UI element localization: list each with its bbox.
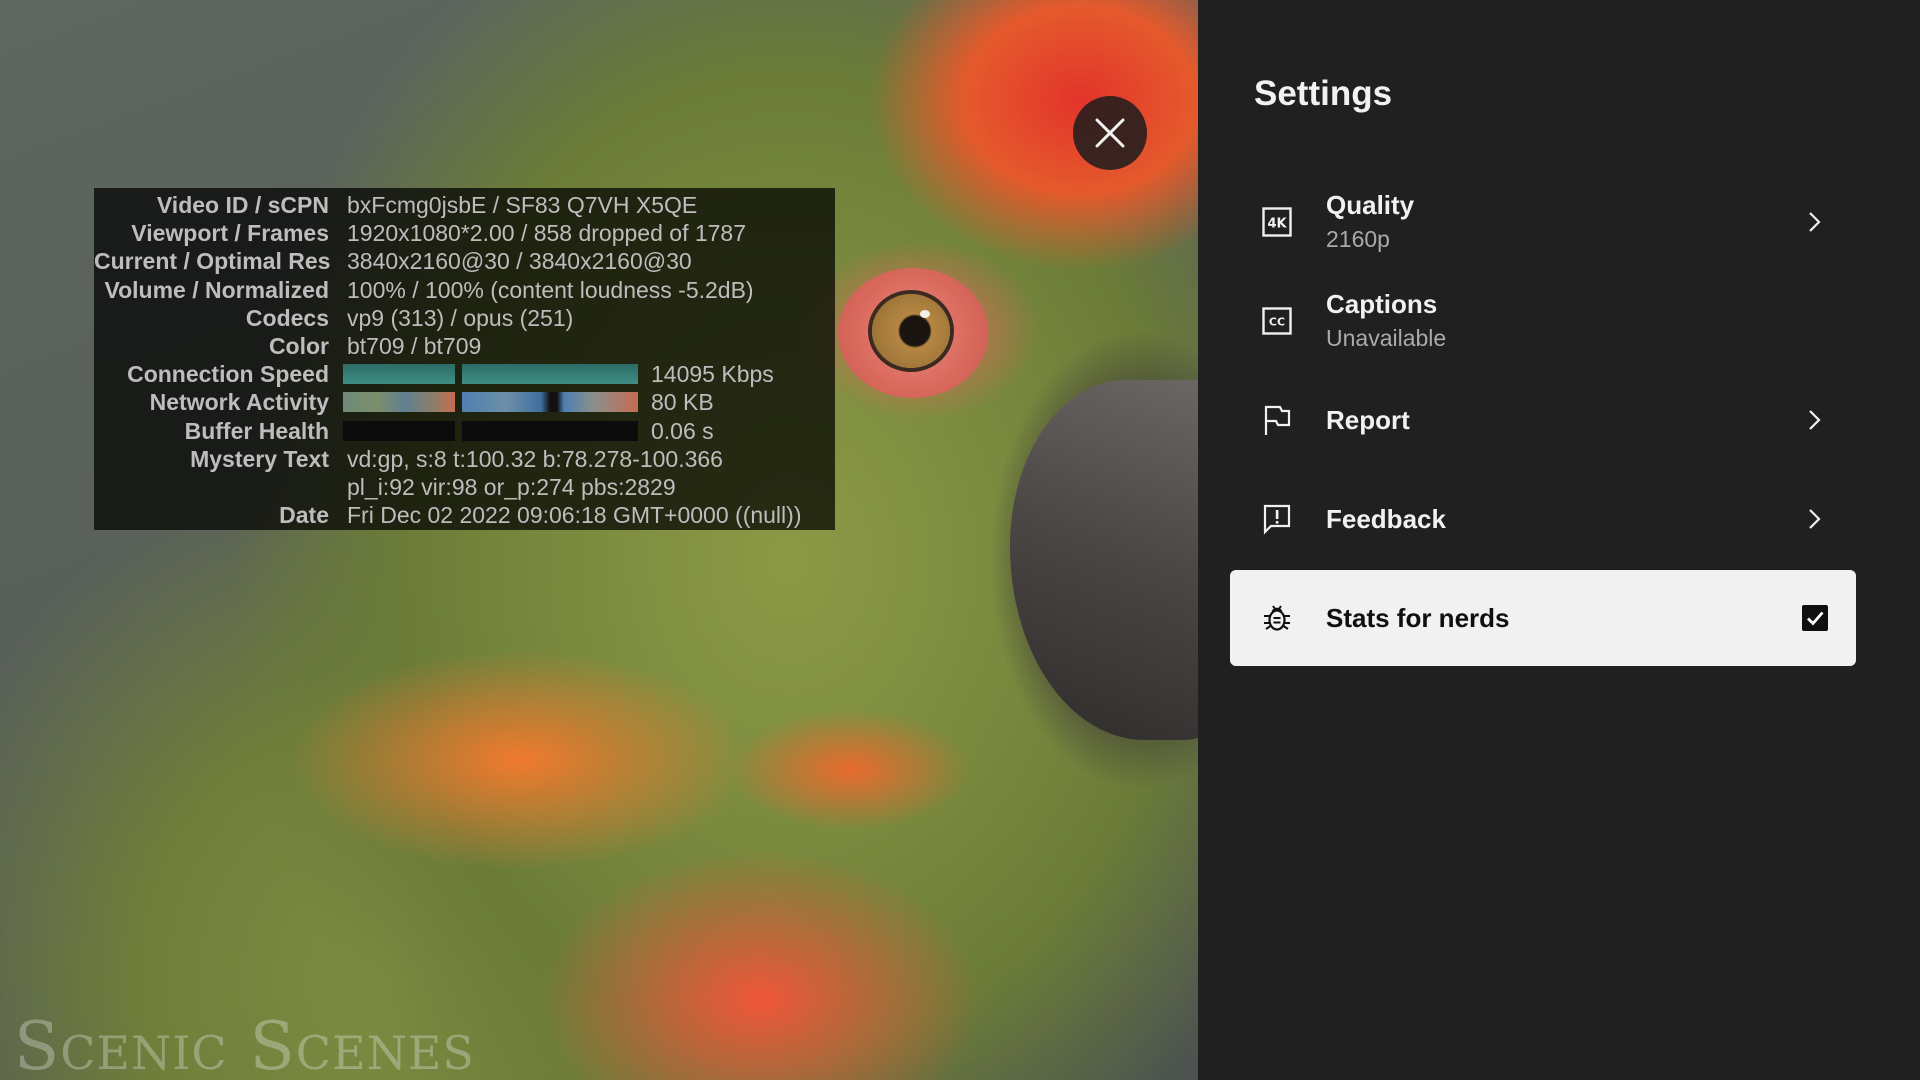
stats-for-nerds-overlay: Video ID / sCPN bxFcmg0jsbE / SF83 Q7VH … [94,188,835,530]
stats-label: Viewport / Frames [131,220,329,247]
checkmark-icon [1807,611,1824,626]
svg-text:CC: CC [1269,316,1285,329]
flag-icon [1262,403,1292,437]
menu-item-quality[interactable]: 4K Quality 2160p [1230,174,1856,270]
bug-icon [1262,601,1292,635]
stats-value: 100% / 100% (content loudness -5.2dB) [347,276,754,303]
menu-item-label: Report [1326,405,1410,435]
stats-value: bxFcmg0jsbE / SF83 Q7VH X5QE [347,192,698,218]
chevron-right-icon [1809,410,1821,430]
graph-segment [343,364,455,385]
stats-row-date: Date Fri Dec 02 2022 09:06:18 GMT+0000 (… [94,501,835,529]
stats-row-buffer-health: Buffer Health 0.06 s [94,417,835,445]
stats-row-mystery-text-continued: pl_i:92 vir:98 or_p:274 pbs:2829 [94,473,835,501]
4k-icon: 4K [1262,205,1292,239]
menu-item-label: Quality [1326,190,1415,220]
stats-label: Video ID / sCPN [156,192,329,218]
menu-item-report[interactable]: Report [1230,372,1856,468]
graph-segment [462,420,638,441]
connection-speed-value: 14095 Kbps [651,361,774,388]
graph-segment [462,392,638,413]
menu-item-sublabel: 2160p [1326,226,1390,252]
stats-value: Fri Dec 02 2022 09:06:18 GMT+0000 ((null… [347,502,802,529]
parrot-beak [1010,380,1198,740]
network-activity-graph: 80 KB [343,388,714,416]
stats-for-nerds-checkbox[interactable] [1802,605,1828,631]
menu-item-label: Captions [1326,289,1438,319]
stats-label: Codecs [245,304,329,331]
menu-item-sublabel: Unavailable [1326,325,1447,351]
graph-segment [343,392,455,413]
stats-row: Video ID / sCPN bxFcmg0jsbE / SF83 Q7VH … [94,191,835,219]
menu-item-stats-for-nerds[interactable]: Stats for nerds [1230,570,1856,666]
chevron-right-icon [1809,212,1821,232]
panel-title: Settings [1254,74,1393,113]
stats-row: Current / Optimal Res 3840x2160@30 / 384… [94,247,835,275]
parrot-eye-glint [920,310,930,318]
menu-item-label: Feedback [1326,504,1446,534]
settings-panel: Settings 4K Quality 2160p CC Captions Un… [1198,0,1920,1080]
menu-item-captions[interactable]: CC Captions Unavailable [1230,273,1856,369]
close-icon [1095,118,1125,148]
stats-label: Connection Speed [127,361,329,388]
stats-value: pl_i:92 vir:98 or_p:274 pbs:2829 [347,473,676,500]
channel-watermark: Scenic Scenes [14,1008,475,1080]
stats-row: Viewport / Frames 1920x1080*2.00 / 858 d… [94,219,835,247]
stats-value: 1920x1080*2.00 / 858 dropped of 1787 [347,220,747,247]
stats-value: bt709 / bt709 [347,332,482,359]
stats-row-mystery-text: Mystery Text vd:gp, s:8 t:100.32 b:78.27… [94,445,835,473]
buffer-health-graph: 0.06 s [343,417,714,445]
connection-speed-graph: 14095 Kbps [343,360,774,388]
network-activity-value: 80 KB [651,389,714,416]
stats-row-connection-speed: Connection Speed 14095 Kbps [94,360,835,388]
menu-item-feedback[interactable]: Feedback [1230,471,1856,567]
stats-value: vp9 (313) / opus (251) [347,304,574,331]
stats-row: Color bt709 / bt709 [94,332,835,360]
stats-row-network-activity: Network Activity 80 KB [94,388,835,416]
stats-label: Color [268,332,329,359]
stats-value: vd:gp, s:8 t:100.32 b:78.278-100.366 [347,445,723,472]
menu-item-label: Stats for nerds [1326,603,1510,633]
stats-label: Date [279,502,329,529]
parrot-eye [872,294,950,368]
closed-captions-icon: CC [1262,304,1292,338]
stats-label: Network Activity [149,389,329,416]
video-player[interactable]: Scenic Scenes Video ID / sCPN bxFcmg0jsb… [0,0,1198,1080]
stats-row: Volume / Normalized 100% / 100% (content… [94,276,835,304]
stats-label: Volume / Normalized [104,276,329,303]
stats-row: Codecs vp9 (313) / opus (251) [94,304,835,332]
stats-label: Current / Optimal Res [94,248,331,275]
graph-segment [343,420,455,441]
svg-text:4K: 4K [1267,217,1287,232]
feedback-icon [1262,502,1292,536]
chevron-right-icon [1809,509,1821,529]
graph-segment [462,364,638,385]
stats-value: 3840x2160@30 / 3840x2160@30 [347,248,692,275]
stats-label: Mystery Text [190,445,329,472]
stats-label: Buffer Health [184,417,329,444]
buffer-health-value: 0.06 s [651,417,714,444]
close-stats-button[interactable] [1073,96,1147,170]
